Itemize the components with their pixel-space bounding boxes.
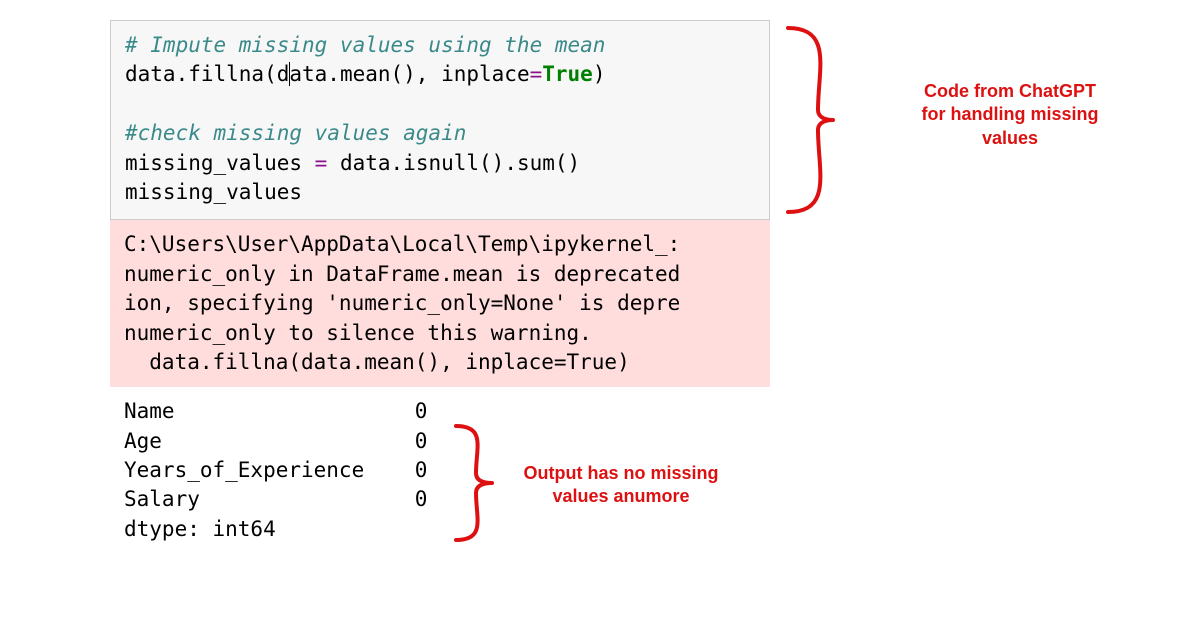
- brace-icon: [778, 20, 888, 220]
- code-cell[interactable]: # Impute missing values using the mean d…: [110, 20, 770, 220]
- code-comment-1: # Impute missing values using the mean: [125, 33, 605, 57]
- code-text: ): [593, 62, 606, 86]
- warning-output: C:\Users\User\AppData\Local\Temp\ipykern…: [110, 220, 770, 387]
- annotation-top: Code from ChatGPT for handling missing v…: [900, 80, 1120, 150]
- code-text: data.isnull().sum(): [327, 151, 580, 175]
- code-text: ata.mean(), inplace: [289, 62, 529, 86]
- code-keyword-true: True: [542, 62, 593, 86]
- code-text: missing_values: [125, 151, 315, 175]
- warning-line: numeric_only to silence this warning.: [124, 321, 592, 345]
- code-text: data.fillna(d: [125, 62, 289, 86]
- annotation-bottom: Output has no missing values anumore: [506, 462, 736, 509]
- warning-line: numeric_only in DataFrame.mean is deprec…: [124, 262, 680, 286]
- warning-line: data.fillna(data.mean(), inplace=True): [124, 350, 630, 374]
- warning-line: C:\Users\User\AppData\Local\Temp\ipykern…: [124, 232, 680, 256]
- code-op: =: [530, 62, 543, 86]
- warning-line: ion, specifying 'numeric_only=None' is d…: [124, 291, 680, 315]
- code-op: =: [315, 151, 328, 175]
- code-comment-2: #check missing values again: [125, 121, 466, 145]
- code-text: missing_values: [125, 180, 302, 204]
